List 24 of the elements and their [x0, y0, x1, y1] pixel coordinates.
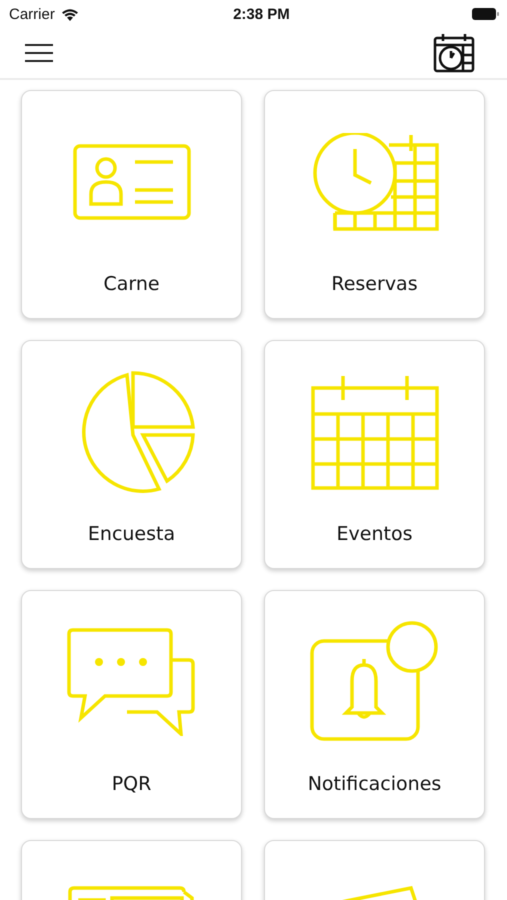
menu-tile[interactable]: Eventos: [264, 340, 485, 569]
tile-label: PQR: [112, 773, 152, 795]
clock-time: 2:38 PM: [233, 6, 290, 22]
clock-calendar-button[interactable]: [433, 33, 475, 73]
tile-label: Carne: [103, 273, 160, 295]
chat-bubbles-icon: [66, 628, 196, 736]
menu-tile[interactable]: Carne: [21, 90, 242, 319]
tile-label: Eventos: [336, 523, 412, 545]
id-card-icon: [72, 144, 190, 220]
menu-button[interactable]: [25, 44, 53, 62]
card-stack-icon: [68, 886, 196, 900]
bell-notification-icon: [310, 621, 440, 743]
menu-tile[interactable]: Reservas: [264, 90, 485, 319]
wifi-icon: [60, 8, 79, 20]
tile-label: Reservas: [331, 273, 418, 295]
clock-calendar-icon: [310, 133, 438, 231]
menu-tile[interactable]: Notificaciones: [264, 590, 485, 819]
menu-tile[interactable]: PQR: [21, 590, 242, 819]
tile-label: Notificaciones: [308, 773, 442, 795]
calendar-icon: [310, 374, 438, 490]
carrier-label: Carrier: [9, 6, 55, 22]
battery-icon: [472, 8, 499, 20]
tile-label: Encuesta: [88, 523, 176, 545]
menu-tile[interactable]: Encuesta: [21, 340, 242, 569]
